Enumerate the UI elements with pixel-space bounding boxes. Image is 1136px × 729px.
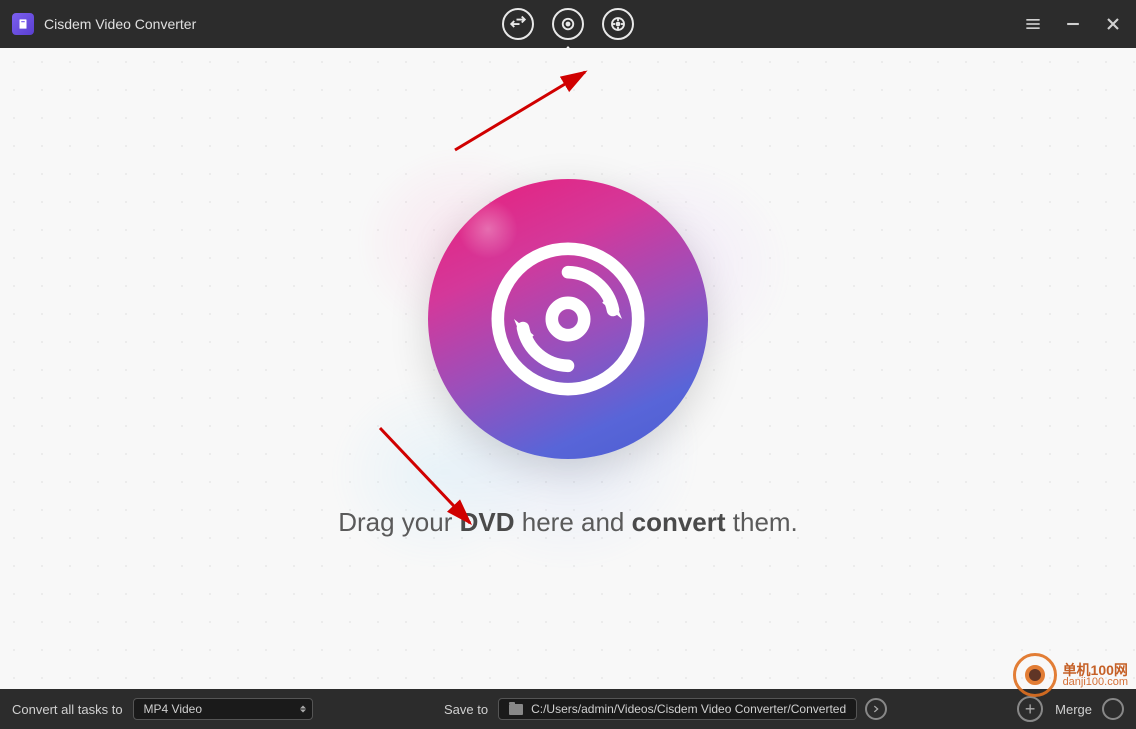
- add-file-button[interactable]: +: [1017, 696, 1043, 722]
- mode-download-button[interactable]: [602, 8, 634, 40]
- bottombar: Convert all tasks to MP4 Video Save to C…: [0, 689, 1136, 729]
- save-to-label: Save to: [444, 702, 488, 717]
- menu-button[interactable]: [1022, 13, 1044, 35]
- save-path-field[interactable]: C:/Users/admin/Videos/Cisdem Video Conve…: [498, 698, 857, 720]
- folder-icon: [509, 704, 523, 715]
- open-folder-button[interactable]: [865, 698, 887, 720]
- main-drop-area[interactable]: Drag your DVD here and convert them.: [0, 48, 1136, 689]
- hero-dvd-icon: [428, 179, 708, 459]
- close-button[interactable]: [1102, 13, 1124, 35]
- merge-label: Merge: [1055, 702, 1092, 717]
- convert-tasks-label: Convert all tasks to: [12, 702, 123, 717]
- site-watermark: 单机100网 danji100.com: [1013, 653, 1128, 697]
- mode-convert-button[interactable]: [502, 8, 534, 40]
- app-title: Cisdem Video Converter: [44, 16, 196, 32]
- mode-dvd-button[interactable]: [552, 8, 584, 40]
- annotation-arrow-top: [445, 60, 605, 160]
- output-format-select[interactable]: MP4 Video: [133, 698, 313, 720]
- titlebar: Cisdem Video Converter: [0, 0, 1136, 48]
- window-controls: [1022, 13, 1124, 35]
- mode-switcher: [502, 8, 634, 40]
- select-caret-icon: [300, 706, 306, 713]
- minimize-button[interactable]: [1062, 13, 1084, 35]
- annotation-arrow-bottom: [370, 418, 490, 538]
- merge-toggle[interactable]: [1102, 698, 1124, 720]
- app-logo-icon: [12, 13, 34, 35]
- watermark-logo-icon: [1013, 653, 1057, 697]
